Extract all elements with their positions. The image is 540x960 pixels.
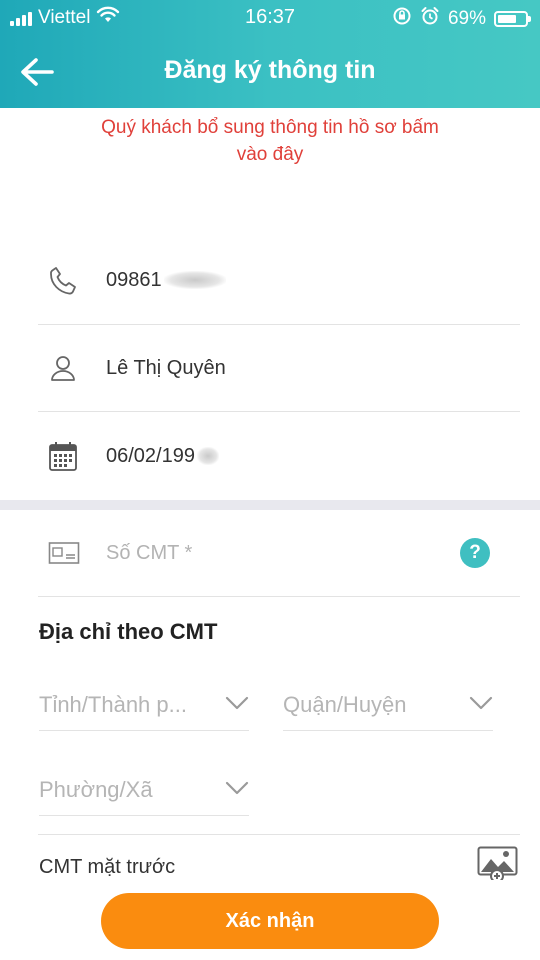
battery-icon [494,11,531,27]
rotation-lock-icon [392,6,412,32]
separator [38,834,520,835]
id-number-field[interactable]: Số CMT * ? [38,510,520,597]
confirm-button[interactable]: Xác nhận [101,893,439,949]
phone-number: 09861 [106,269,226,292]
province-select[interactable]: Tỉnh/Thành p... [39,679,249,731]
supplement-info-link[interactable]: Quý khách bổ sung thông tin hồ sơ bấm và… [60,114,480,168]
full-name: Lê Thị Quyên [106,356,226,379]
alarm-icon [420,6,440,32]
status-bar: Viettel 16:37 69% [0,0,540,36]
phone-row: 09861 [38,236,520,325]
district-select[interactable]: Quận/Huyện [283,679,493,731]
id-front-label: CMT mặt trước [39,856,176,878]
nav-bar: Đăng ký thông tin [0,36,540,108]
dob-row: 06/02/199 [38,412,520,500]
address-section-title: Địa chỉ theo CMT [39,619,218,644]
help-icon[interactable]: ? [460,538,490,568]
battery-percent: 69% [447,8,486,29]
chevron-down-icon [469,695,493,716]
chevron-down-icon [225,695,249,716]
ward-select[interactable]: Phường/Xã [39,764,249,816]
date-of-birth: 06/02/199 [106,445,219,468]
province-placeholder: Tỉnh/Thành p... [39,691,187,717]
chevron-down-icon [225,780,249,801]
name-row: Lê Thị Quyên [38,325,520,412]
phone-redacted [163,271,226,290]
id-number-placeholder: Số CMT * [106,541,193,564]
status-right: 69% [392,6,531,32]
notice-line-1: Quý khách bổ sung thông tin hồ sơ bấm [101,117,439,138]
battery-level [498,15,516,23]
ward-placeholder: Phường/Xã [39,776,153,802]
phone-icon [48,265,78,295]
section-divider [0,500,540,510]
page-title: Đăng ký thông tin [164,56,376,84]
user-icon [48,353,78,383]
id-card-icon [48,541,80,565]
district-placeholder: Quận/Huyện [283,691,407,717]
calendar-icon [48,440,78,472]
notice-line-2: vào đây [236,144,304,165]
dob-redacted [196,447,219,466]
